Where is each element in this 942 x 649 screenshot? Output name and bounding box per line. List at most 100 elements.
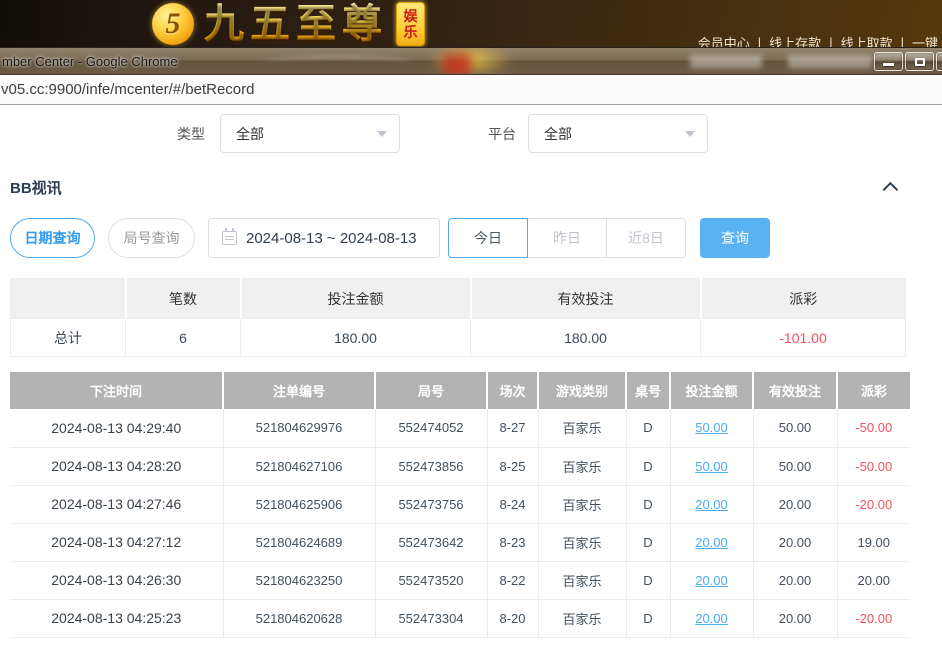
browser-address-bar[interactable]: v05.cc:9900/infe/mcenter/#/betRecord — [0, 76, 942, 105]
summary-total-row: 总计 6 180.00 180.00 -101.00 — [11, 319, 906, 357]
date-query-button[interactable]: 日期查询 — [10, 218, 95, 258]
chevron-up-icon[interactable] — [883, 182, 899, 198]
chevron-down-icon — [377, 131, 387, 137]
cell-payout: 20.00 — [837, 561, 910, 599]
cell-session: 8-25 — [487, 447, 538, 485]
summary-count: 6 — [126, 319, 241, 357]
type-select-value: 全部 — [236, 124, 377, 144]
cell-payout: -50.00 — [837, 409, 910, 447]
col-valid-bet: 有效投注 — [753, 372, 837, 409]
summary-header-empty — [11, 279, 126, 319]
today-button[interactable]: 今日 — [448, 218, 528, 258]
col-bet-time: 下注时间 — [10, 372, 223, 409]
cell-session: 8-23 — [487, 523, 538, 561]
query-toolbar: 日期查询 局号查询 2024-08-13 ~ 2024-08-13 今日 昨日 … — [10, 218, 942, 258]
type-filter-label: 类型 — [177, 124, 205, 144]
round-query-button[interactable]: 局号查询 — [108, 218, 195, 258]
bet-amount-link[interactable]: 50.00 — [695, 420, 728, 435]
table-row: 2024-08-13 04:27:12 521804624689 5524736… — [10, 523, 910, 561]
bet-amount-link[interactable]: 20.00 — [695, 573, 728, 588]
summary-total-label: 总计 — [11, 319, 126, 357]
nav-member-center[interactable]: 会员中心 — [698, 33, 750, 47]
cell-time: 2024-08-13 04:29:40 — [10, 409, 223, 447]
cell-table-number: D — [626, 485, 670, 523]
cell-payout: -20.00 — [837, 599, 910, 637]
bet-amount-link[interactable]: 50.00 — [695, 459, 728, 474]
redacted-balance-info — [788, 55, 872, 68]
cell-time: 2024-08-13 04:25:23 — [10, 599, 223, 637]
url-text[interactable]: v05.cc:9900/infe/mcenter/#/betRecord — [1, 81, 254, 98]
cell-game-type: 百家乐 — [538, 409, 626, 447]
cell-session: 8-22 — [487, 561, 538, 599]
bet-amount-link[interactable]: 20.00 — [695, 611, 728, 626]
brand-name: 九五至尊 — [204, 1, 388, 47]
cell-game-type: 百家乐 — [538, 561, 626, 599]
platform-select[interactable]: 全部 — [528, 114, 708, 153]
background-swirl-decoration — [262, 56, 412, 68]
summary-valid-bet: 180.00 — [471, 319, 701, 357]
cell-valid-bet: 20.00 — [753, 599, 837, 637]
last8days-button[interactable]: 近8日 — [606, 218, 686, 258]
redacted-account-info — [690, 55, 762, 68]
cell-payout: 19.00 — [837, 523, 910, 561]
cell-game-type: 百家乐 — [538, 523, 626, 561]
window-minimize-button[interactable] — [874, 52, 903, 71]
cell-game-type: 百家乐 — [538, 447, 626, 485]
search-button[interactable]: 查询 — [700, 218, 770, 258]
cell-time: 2024-08-13 04:28:20 — [10, 447, 223, 485]
cell-game-type: 百家乐 — [538, 485, 626, 523]
cell-time: 2024-08-13 04:26:30 — [10, 561, 223, 599]
header-nav: 会员中心 | 线上存款 | 线上取款 | 一键 — [698, 33, 938, 47]
redacted-red-seal — [443, 54, 471, 75]
cell-round-number: 552473756 — [375, 485, 487, 523]
cell-table-number: D — [626, 561, 670, 599]
table-row: 2024-08-13 04:28:20 521804627106 5524738… — [10, 447, 910, 485]
cell-table-number: D — [626, 599, 670, 637]
cell-table-number: D — [626, 523, 670, 561]
filter-row: 类型 全部 平台 全部 — [0, 114, 942, 153]
date-range-value: 2024-08-13 ~ 2024-08-13 — [246, 230, 417, 247]
window-close-button[interactable] — [936, 52, 942, 71]
coin-logo-icon: 5 — [152, 3, 194, 45]
type-select[interactable]: 全部 — [220, 114, 400, 153]
entertainment-badge: 娱 乐 — [396, 2, 425, 46]
cell-valid-bet: 50.00 — [753, 447, 837, 485]
cell-bet-number: 521804623250 — [223, 561, 375, 599]
cell-round-number: 552473642 — [375, 523, 487, 561]
summary-header-count: 笔数 — [126, 279, 241, 319]
bet-amount-link[interactable]: 20.00 — [695, 497, 728, 512]
calendar-icon — [222, 231, 237, 245]
cell-session: 8-24 — [487, 485, 538, 523]
col-bet-number: 注单编号 — [223, 372, 375, 409]
minimize-icon — [883, 63, 894, 66]
bet-table-header-row: 下注时间 注单编号 局号 场次 游戏类别 桌号 投注金额 有效投注 派彩 — [10, 372, 910, 409]
nav-one-key[interactable]: 一键 — [912, 33, 938, 47]
cell-table-number: D — [626, 409, 670, 447]
summary-table: 笔数 投注金额 有效投注 派彩 总计 6 180.00 180.00 -101.… — [10, 278, 906, 357]
summary-payout: -101.00 — [701, 319, 906, 357]
summary-header-row: 笔数 投注金额 有效投注 派彩 — [11, 279, 906, 319]
nav-online-deposit[interactable]: 线上存款 — [769, 33, 821, 47]
col-payout: 派彩 — [837, 372, 910, 409]
date-range-picker[interactable]: 2024-08-13 ~ 2024-08-13 — [208, 218, 440, 258]
window-maximize-button[interactable] — [905, 52, 934, 71]
window-titlebar[interactable]: mber Center - Google Chrome — [0, 47, 942, 75]
yesterday-button[interactable]: 昨日 — [527, 218, 607, 258]
badge-glow-decoration — [428, 47, 514, 75]
nav-online-withdraw[interactable]: 线上取款 — [841, 33, 893, 47]
cell-valid-bet: 20.00 — [753, 523, 837, 561]
bet-record-table: 下注时间 注单编号 局号 场次 游戏类别 桌号 投注金额 有效投注 派彩 202… — [10, 372, 910, 638]
chevron-down-icon — [685, 131, 695, 137]
platform-select-value: 全部 — [544, 124, 685, 144]
cell-round-number: 552473520 — [375, 561, 487, 599]
bet-amount-link[interactable]: 20.00 — [695, 535, 728, 550]
cell-game-type: 百家乐 — [538, 599, 626, 637]
nav-separator: | — [758, 35, 761, 47]
table-row: 2024-08-13 04:25:23 521804620628 5524733… — [10, 599, 910, 637]
col-game-type: 游戏类别 — [538, 372, 626, 409]
cell-round-number: 552474052 — [375, 409, 487, 447]
maximize-icon — [915, 58, 925, 66]
platform-filter-label: 平台 — [488, 124, 516, 144]
site-logo: 5 九五至尊 娱 乐 — [152, 1, 425, 47]
summary-header-valid-bet: 有效投注 — [471, 279, 701, 319]
